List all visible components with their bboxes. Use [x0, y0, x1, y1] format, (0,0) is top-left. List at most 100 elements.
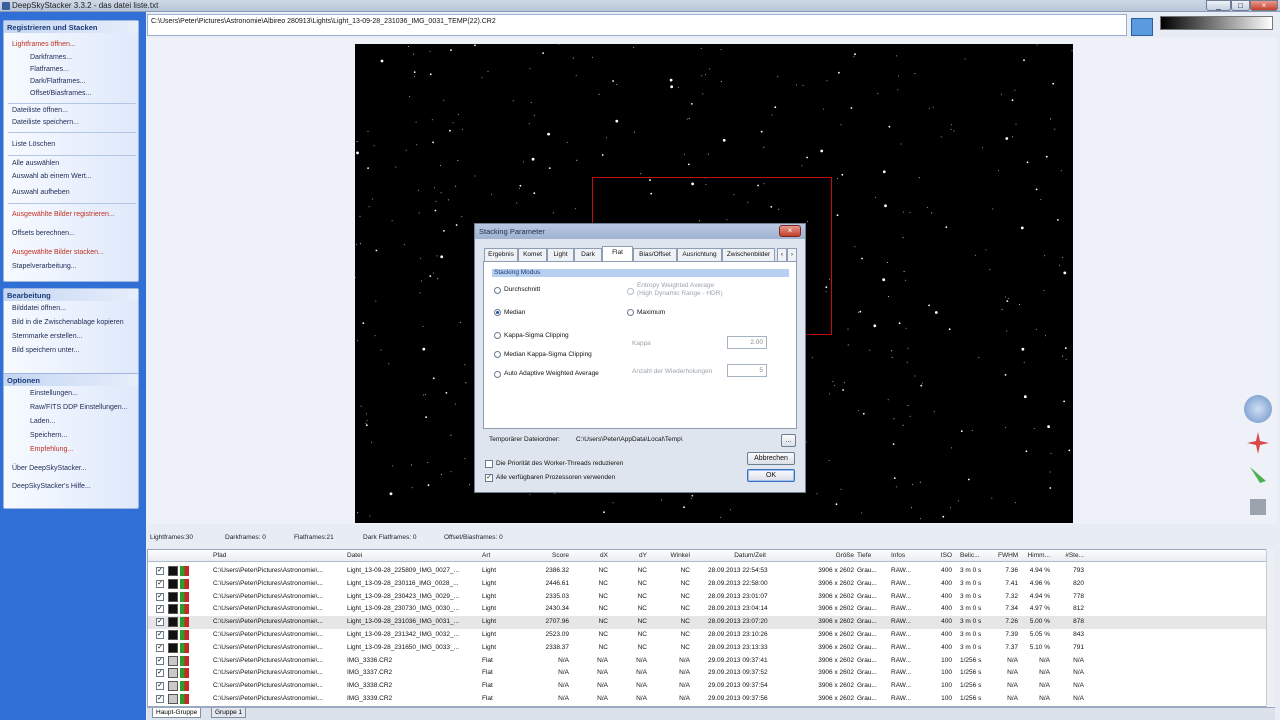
row-checkbox[interactable]: ✓ [156, 592, 164, 601]
row-checkbox[interactable]: ✓ [156, 643, 164, 652]
tab-intermediate[interactable]: Zwischenbilder [722, 248, 775, 261]
save-settings[interactable]: Speichern... [30, 432, 67, 439]
radio-median[interactable] [494, 309, 501, 316]
column-header[interactable]: Himm... [1024, 552, 1050, 559]
row-checkbox[interactable]: ✓ [156, 695, 164, 703]
column-header[interactable]: Belic... [960, 552, 980, 559]
column-header[interactable]: FWHM [998, 552, 1018, 559]
save-filelist[interactable]: Dateiliste speichern... [12, 119, 79, 126]
table-row[interactable]: ✓ C:\Users\Peter\Pictures\Astronomie\... L… [148, 578, 1268, 591]
close-window-button[interactable]: × [1250, 0, 1278, 11]
tab-light[interactable]: Light [547, 248, 574, 261]
grid-view-icon[interactable] [1131, 18, 1153, 36]
column-header[interactable]: Tiefe [857, 552, 871, 559]
tab-main-group[interactable]: Haupt-Gruppe [152, 708, 202, 718]
all-processors-checkbox[interactable]: ✓ [485, 474, 493, 482]
select-rect-icon[interactable] [1244, 395, 1272, 423]
tab-comet[interactable]: Komet [518, 248, 547, 261]
column-header[interactable]: Größe [816, 552, 854, 559]
column-header[interactable]: ISO [938, 552, 952, 559]
select-all[interactable]: Alle auswählen [12, 160, 59, 167]
create-starmask[interactable]: Sternmarke erstellen... [12, 333, 82, 340]
tab-flat[interactable]: Flat [602, 246, 633, 261]
cancel-button[interactable]: Abbrechen [747, 452, 795, 465]
batch-processing[interactable]: Stapelverarbeitung... [12, 263, 77, 270]
table-row[interactable]: ✓ C:\Users\Peter\Pictures\Astronomie\... L… [148, 603, 1268, 616]
radio-kappa-sigma[interactable] [494, 332, 501, 339]
radio-average[interactable] [494, 287, 501, 294]
column-header[interactable]: Datum/Zeit [708, 552, 766, 559]
row-checkbox[interactable]: ✓ [156, 669, 164, 678]
table-row[interactable]: ✓ C:\Users\Peter\Pictures\Astronomie\... I… [148, 667, 1268, 680]
tab-bias[interactable]: Bias/Offset [633, 248, 677, 261]
about-item[interactable]: Über DeepSkyStacker... [12, 465, 87, 472]
radio-median-kappa-sigma[interactable] [494, 351, 501, 358]
column-header[interactable]: Pfad [213, 552, 226, 559]
tab-group-1[interactable]: Gruppe 1 [211, 708, 247, 718]
row-checkbox[interactable]: ✓ [156, 579, 164, 588]
select-from-value[interactable]: Auswahl ab einem Wert... [12, 173, 92, 180]
row-checkbox[interactable]: ✓ [156, 656, 164, 665]
raw-fits-settings[interactable]: Raw/FITS DDP Einstellungen... [30, 404, 128, 411]
stack-selected[interactable]: Ausgewählte Bilder stacken... [12, 249, 104, 256]
table-row[interactable]: ✓ C:\Users\Peter\Pictures\Astronomie\... I… [148, 680, 1268, 693]
row-checkbox[interactable]: ✓ [156, 631, 164, 639]
tab-dark[interactable]: Dark [574, 248, 602, 261]
open-flatframes[interactable]: Flatframes... [30, 66, 69, 73]
tab-scroll-left-icon[interactable]: ‹ [777, 248, 787, 261]
column-header[interactable]: Datei [347, 552, 362, 559]
column-header[interactable]: Infos [891, 552, 905, 559]
levels-slider[interactable] [1160, 16, 1273, 30]
open-filelist[interactable]: Dateiliste öffnen... [12, 107, 68, 114]
maximize-button[interactable]: □ [1231, 0, 1250, 11]
register-selected[interactable]: Ausgewählte Bilder registrieren... [12, 211, 115, 218]
radio-maximum[interactable] [627, 309, 634, 316]
compute-offsets[interactable]: Offsets berechnen... [12, 230, 75, 237]
column-header[interactable]: Art [482, 552, 490, 559]
minimize-button[interactable]: _ [1206, 0, 1231, 11]
column-header[interactable]: dY [627, 552, 647, 559]
open-lightframes[interactable]: Lightframes öffnen... [12, 41, 76, 48]
table-row[interactable]: ✓ C:\Users\Peter\Pictures\Astronomie\... L… [148, 565, 1268, 578]
column-header[interactable]: #Ste... [1060, 552, 1084, 559]
copy-to-clipboard[interactable]: Bild in die Zwischenablage kopieren [12, 319, 124, 326]
tab-alignment[interactable]: Ausrichtung [677, 248, 722, 261]
open-biasframes[interactable]: Offset/Biasframes... [30, 90, 91, 97]
tab-scroll-right-icon[interactable]: › [787, 248, 797, 261]
row-checkbox[interactable]: ✓ [156, 618, 164, 627]
table-row[interactable]: ✓ C:\Users\Peter\Pictures\Astronomie\... L… [148, 616, 1268, 630]
star-edit-icon[interactable] [1244, 429, 1272, 457]
row-checkbox[interactable]: ✓ [156, 682, 164, 691]
radio-auto-adaptive[interactable] [494, 371, 501, 378]
deselect-all[interactable]: Auswahl aufheben [12, 189, 70, 196]
open-darkflatframes[interactable]: Dark/Flatframes... [30, 78, 86, 85]
table-row[interactable]: ✓ C:\Users\Peter\Pictures\Astronomie\... I… [148, 655, 1268, 668]
column-header[interactable]: Winkel [660, 552, 690, 559]
clear-list[interactable]: Liste Löschen [12, 141, 55, 148]
table-row[interactable]: ✓ C:\Users\Peter\Pictures\Astronomie\... L… [148, 629, 1268, 642]
table-row[interactable]: ✓ C:\Users\Peter\Pictures\Astronomie\... L… [148, 591, 1268, 604]
recommendations[interactable]: Empfehlung... [30, 446, 73, 453]
table-row[interactable]: ✓ C:\Users\Peter\Pictures\Astronomie\... I… [148, 693, 1268, 706]
save-icon[interactable] [1244, 493, 1272, 521]
reduce-priority-checkbox[interactable] [485, 460, 493, 468]
help-item[interactable]: DeepSkyStacker's Hilfe... [12, 483, 91, 490]
iterations-input[interactable]: 5 [727, 364, 767, 377]
settings-item[interactable]: Einstellungen... [30, 390, 78, 397]
open-image-file[interactable]: Bilddatei öffnen... [12, 305, 66, 312]
kappa-input[interactable]: 2.00 [727, 336, 767, 349]
save-image-as[interactable]: Bild speichern unter... [12, 347, 79, 354]
row-checkbox[interactable]: ✓ [156, 605, 164, 614]
radio-entropy[interactable] [627, 288, 634, 295]
tab-result[interactable]: Ergebnis [484, 248, 518, 261]
browse-button[interactable]: ... [781, 434, 796, 447]
column-header[interactable]: dX [588, 552, 608, 559]
table-row[interactable]: ✓ C:\Users\Peter\Pictures\Astronomie\... L… [148, 642, 1268, 655]
ok-button[interactable]: OK [747, 469, 795, 482]
comet-icon[interactable] [1244, 461, 1272, 489]
column-header[interactable]: Score [532, 552, 569, 559]
open-darkframes[interactable]: Darkframes... [30, 54, 72, 61]
dialog-close-button[interactable]: × [779, 225, 801, 237]
load-settings[interactable]: Laden... [30, 418, 55, 425]
row-checkbox[interactable]: ✓ [156, 567, 164, 575]
